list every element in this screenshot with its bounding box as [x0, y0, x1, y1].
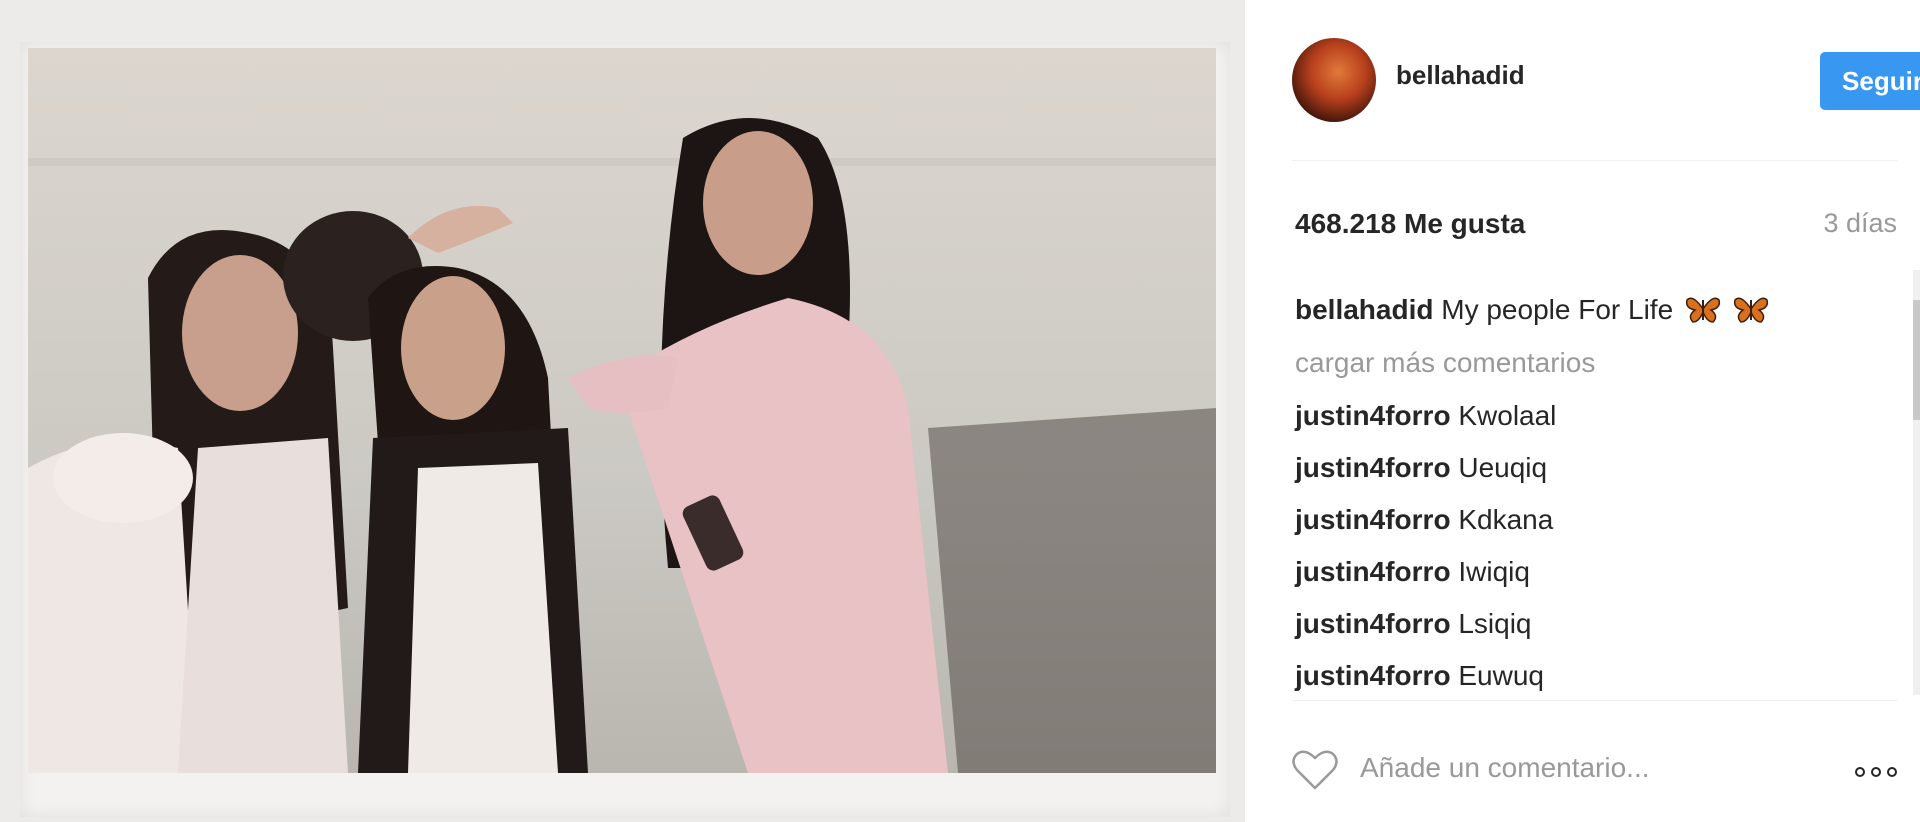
- header-divider: [1292, 160, 1897, 161]
- comment-item: justin4forro Ueuqiq: [1295, 442, 1895, 494]
- caption-text: My people For Life: [1441, 294, 1674, 325]
- comment-text: Euwuq: [1458, 660, 1544, 691]
- comment-text: Lsiqiq: [1458, 608, 1532, 639]
- add-comment-bar: [1292, 745, 1897, 795]
- post-time[interactable]: 3 días: [1823, 208, 1897, 239]
- comment-username[interactable]: justin4forro: [1295, 608, 1451, 639]
- post-header: bellahadid Seguir: [1292, 38, 1920, 122]
- comment-text: Kwolaal: [1458, 400, 1557, 431]
- avatar[interactable]: [1292, 38, 1376, 122]
- comment-text: Kdkana: [1458, 504, 1554, 535]
- caption: bellahadid My people For Life: [1295, 284, 1895, 336]
- butterfly-icon: [1685, 297, 1720, 323]
- post-sidebar: bellahadid Seguir 468.218 Me gusta 3 día…: [1245, 0, 1920, 822]
- comment-username[interactable]: justin4forro: [1295, 400, 1451, 431]
- more-options-icon[interactable]: [1849, 767, 1897, 780]
- caption-username[interactable]: bellahadid: [1295, 294, 1433, 325]
- comment-item: justin4forro Lsiqiq: [1295, 598, 1895, 650]
- comment-username[interactable]: justin4forro: [1295, 452, 1451, 483]
- scrollbar-thumb[interactable]: [1913, 300, 1920, 420]
- butterfly-icon: [1733, 297, 1768, 323]
- comment-item: justin4forro Kdkana: [1295, 494, 1895, 546]
- comment-username[interactable]: justin4forro: [1295, 660, 1451, 691]
- comment-username[interactable]: justin4forro: [1295, 556, 1451, 587]
- comment-item: justin4forro Kwolaal: [1295, 390, 1895, 442]
- comments-list: bellahadid My people For Life cargar más…: [1295, 284, 1895, 702]
- post-photo[interactable]: [28, 48, 1216, 773]
- likes-row: 468.218 Me gusta 3 días: [1295, 208, 1897, 242]
- comment-input[interactable]: [1358, 747, 1802, 789]
- follow-button[interactable]: Seguir: [1820, 52, 1920, 110]
- comments-divider: [1292, 700, 1897, 701]
- likes-count[interactable]: 468.218 Me gusta: [1295, 208, 1525, 240]
- post-media: [0, 0, 1245, 822]
- photo-illustration: [28, 48, 1216, 773]
- comment-item: justin4forro Iwiqiq: [1295, 546, 1895, 598]
- username-link[interactable]: bellahadid: [1396, 60, 1525, 91]
- heart-icon[interactable]: [1292, 749, 1338, 791]
- comment-item: justin4forro Euwuq: [1295, 650, 1895, 702]
- comment-text: Ueuqiq: [1458, 452, 1548, 483]
- comment-text: Iwiqiq: [1458, 556, 1530, 587]
- comment-username[interactable]: justin4forro: [1295, 504, 1451, 535]
- load-more-comments[interactable]: cargar más comentarios: [1295, 336, 1895, 390]
